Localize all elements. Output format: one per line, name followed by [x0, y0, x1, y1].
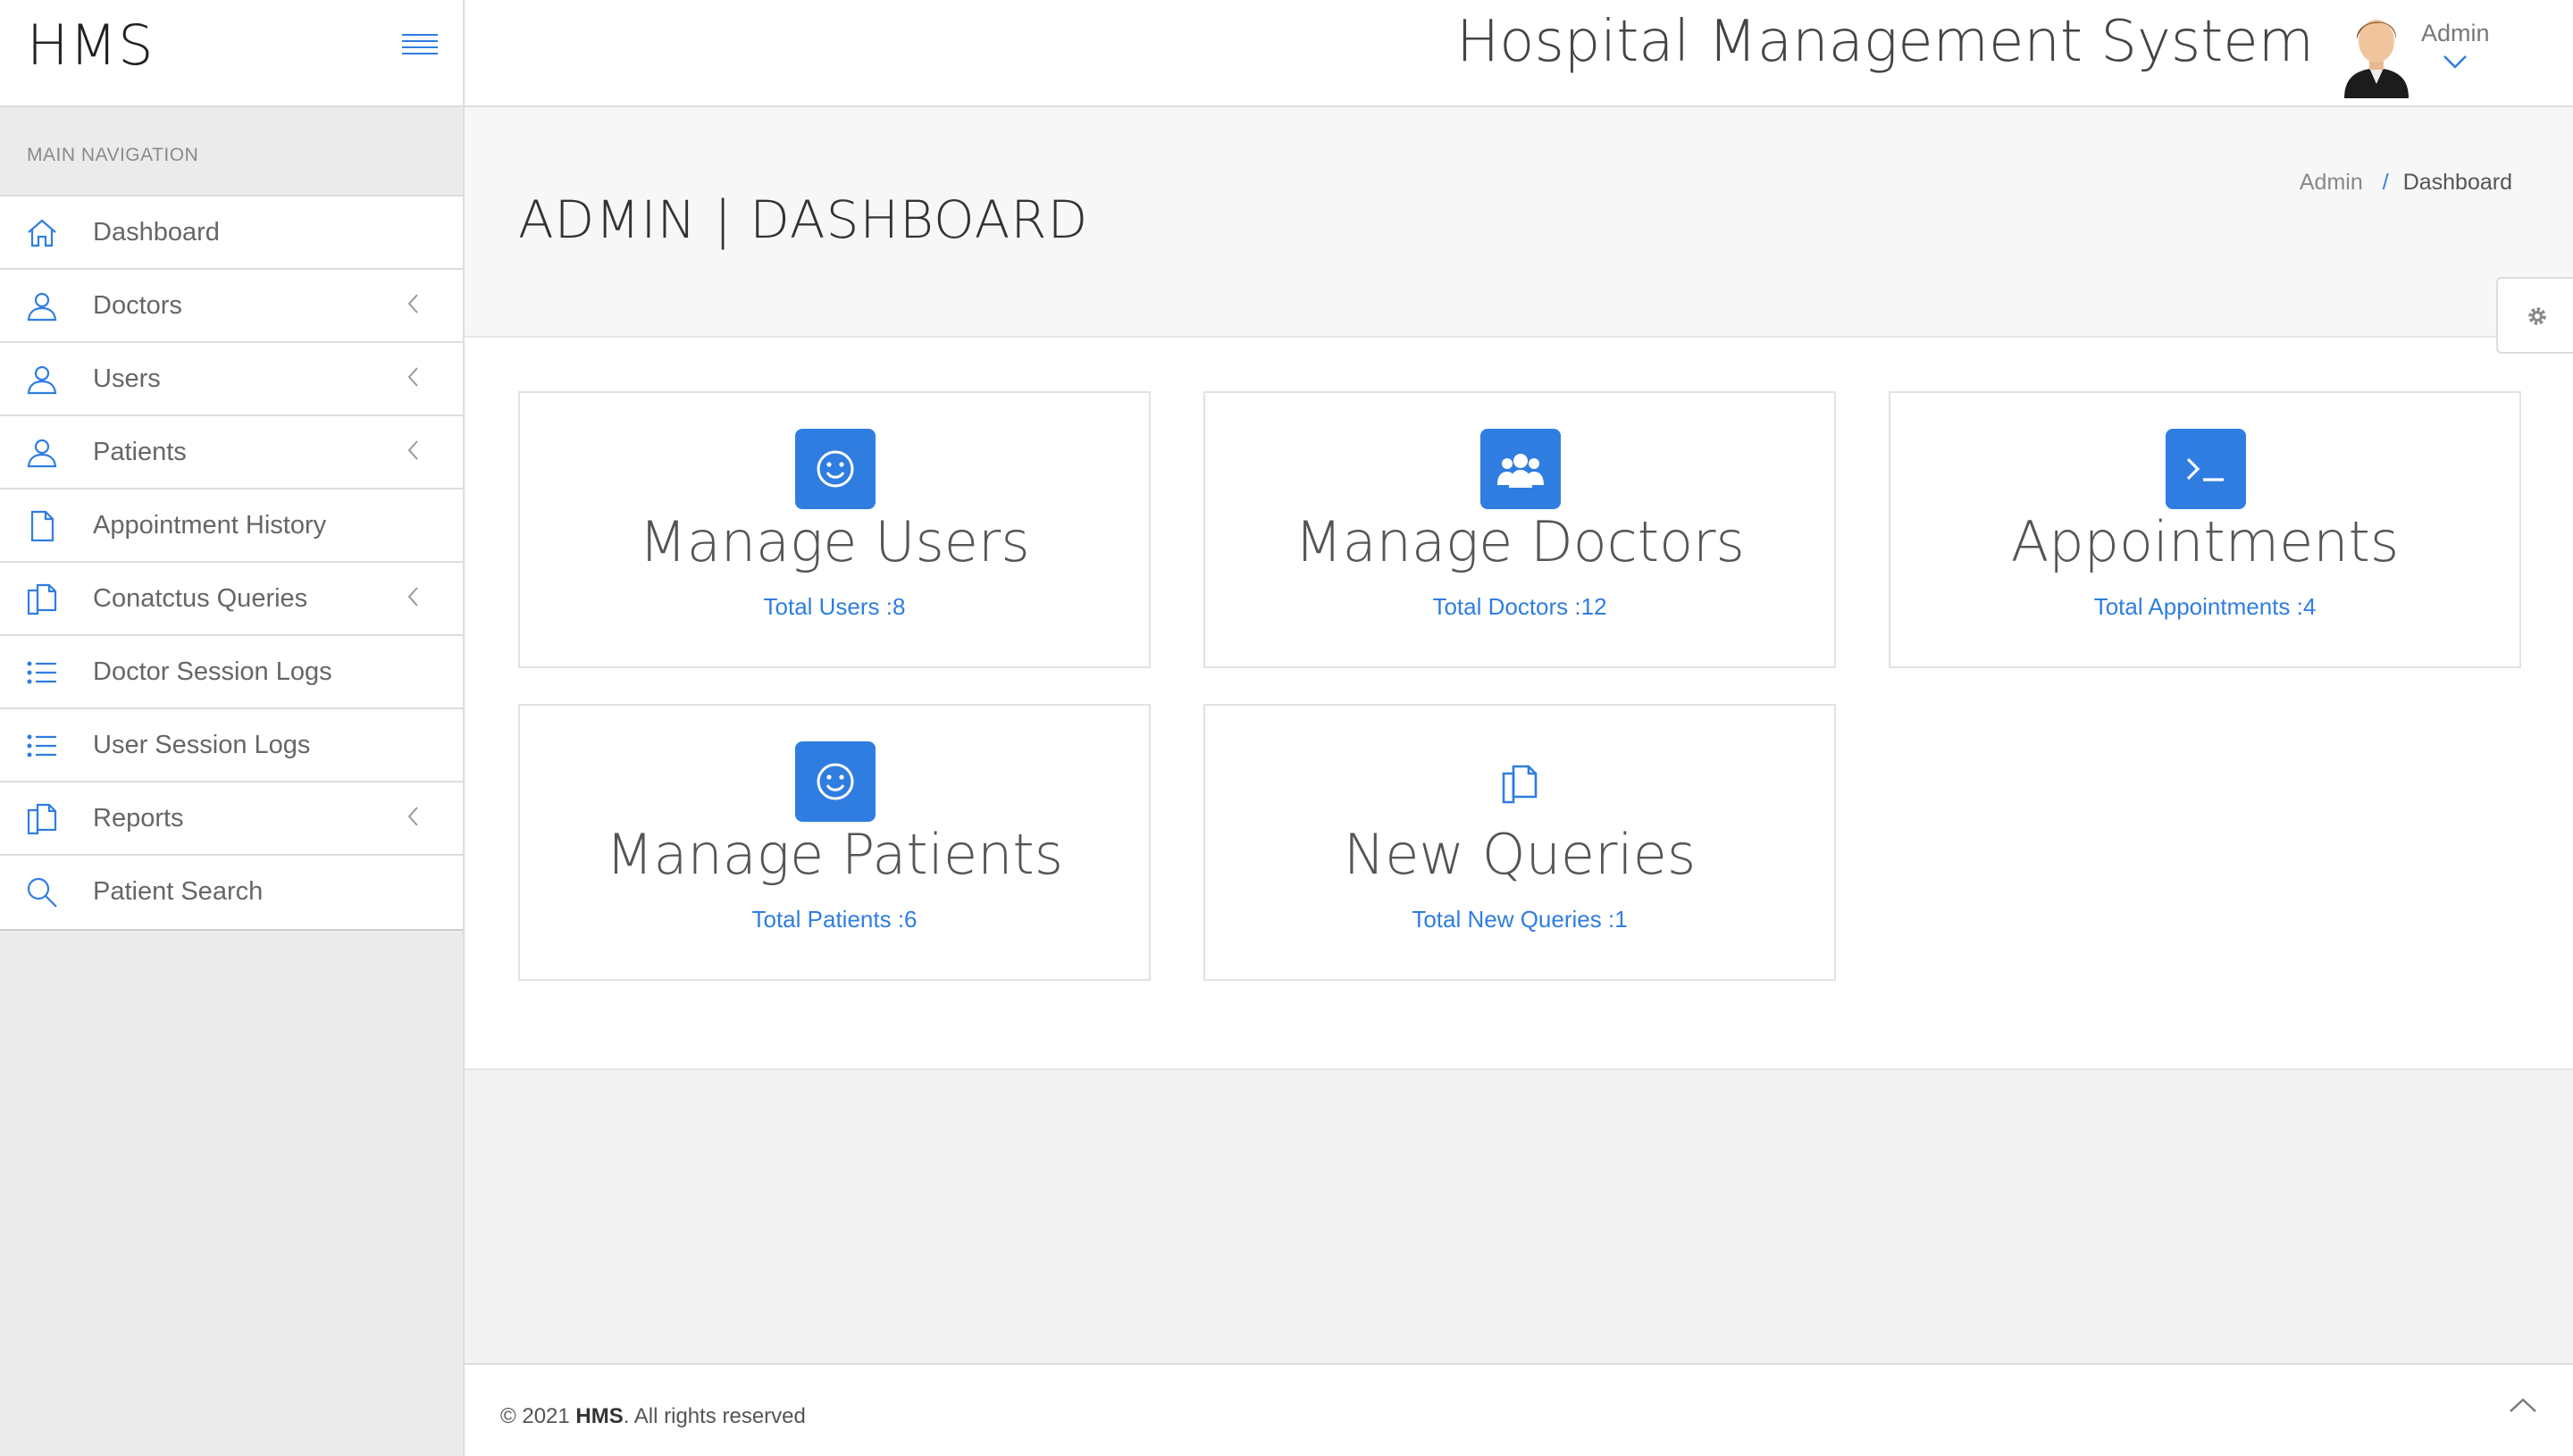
- sidebar-item-contactus-queries[interactable]: Conatctus Queries: [0, 563, 463, 636]
- sidebar-item-reports[interactable]: Reports: [0, 782, 463, 856]
- card-manage-doctors[interactable]: Manage Doctors Total Doctors :12: [1203, 391, 1836, 668]
- card-title: Appointments: [2010, 509, 2400, 574]
- user-icon: [25, 363, 59, 397]
- files-icon: [25, 582, 59, 616]
- card-new-queries[interactable]: New Queries Total New Queries :1: [1203, 704, 1836, 981]
- card-appointments[interactable]: Appointments Total Appointments :4: [1889, 391, 2521, 668]
- gear-icon: [2528, 307, 2546, 325]
- sidebar-item-label: Patient Search: [93, 877, 264, 906]
- chevron-down-icon[interactable]: [2442, 52, 2468, 71]
- sidebar-item-appointment-history[interactable]: Appointment History: [0, 490, 463, 563]
- chevron-left-icon: [404, 364, 422, 389]
- sidebar-item-label: Appointment History: [93, 511, 327, 540]
- files-icon: [1480, 741, 1561, 822]
- sidebar-item-label: Doctor Session Logs: [93, 657, 332, 686]
- chevron-up-icon[interactable]: [2505, 1392, 2541, 1418]
- page-title: ADMIN | DASHBOARD: [518, 189, 1089, 250]
- sidebar-item-label: Patients: [93, 438, 187, 466]
- card-count-link[interactable]: Total Appointments :4: [1890, 593, 2519, 621]
- card-manage-patients[interactable]: Manage Patients Total Patients :6: [518, 704, 1151, 981]
- sidebar-item-doctors[interactable]: Doctors: [0, 270, 463, 343]
- smile-icon: [795, 741, 876, 822]
- user-avatar[interactable]: [2339, 9, 2414, 98]
- chevron-left-icon: [404, 584, 422, 609]
- home-icon: [25, 216, 59, 250]
- list-icon: [25, 729, 59, 763]
- card-title: Manage Users: [639, 509, 1030, 574]
- smile-icon: [795, 429, 876, 509]
- card-count-link[interactable]: Total New Queries :1: [1205, 906, 1834, 933]
- terminal-icon: [2166, 429, 2246, 509]
- system-title: Hospital Management System: [1456, 9, 2314, 75]
- sidebar-item-dashboard[interactable]: Dashboard: [0, 197, 463, 270]
- settings-toggle-button[interactable]: [2496, 277, 2573, 354]
- user-icon: [25, 289, 59, 323]
- card-count-link[interactable]: Total Users :8: [520, 593, 1149, 621]
- chevron-left-icon: [404, 804, 422, 829]
- footer: © 2021 HMS. All rights reserved: [465, 1363, 2573, 1456]
- brand-area: HMS: [0, 0, 465, 107]
- sidebar-item-label: Reports: [93, 804, 184, 833]
- main-content: ADMIN | DASHBOARD Admin / Dashboard Manage…: [465, 107, 2573, 1456]
- chevron-left-icon: [404, 291, 422, 316]
- chevron-left-icon: [404, 438, 422, 463]
- footer-copyright: © 2021 HMS. All rights reserved: [500, 1404, 806, 1428]
- sidebar-item-label: Doctors: [93, 291, 182, 320]
- brand-logo[interactable]: HMS: [27, 13, 154, 78]
- search-icon: [25, 875, 59, 909]
- files-icon: [25, 802, 59, 836]
- sidebar-item-label: Dashboard: [93, 218, 220, 247]
- sidebar-item-patients[interactable]: Patients: [0, 416, 463, 490]
- sidebar-item-label: Conatctus Queries: [93, 584, 308, 613]
- card-count-link[interactable]: Total Patients :6: [520, 906, 1149, 933]
- card-manage-users[interactable]: Manage Users Total Users :8: [518, 391, 1151, 668]
- card-title: Manage Doctors: [1295, 509, 1745, 574]
- sidebar-item-label: User Session Logs: [93, 731, 311, 759]
- file-icon: [25, 509, 59, 543]
- users-group-icon: [1480, 429, 1561, 509]
- sidebar: MAIN NAVIGATION Dashboard Doctors Users: [0, 107, 465, 1456]
- breadcrumb: Admin / Dashboard: [2299, 170, 2512, 195]
- sidebar-item-users[interactable]: Users: [0, 343, 463, 416]
- menu-toggle-icon[interactable]: [402, 34, 438, 61]
- sidebar-item-label: Users: [93, 364, 161, 393]
- sidebar-item-user-session-logs[interactable]: User Session Logs: [0, 709, 463, 782]
- nav-list: Dashboard Doctors Users Patients Appoint…: [0, 197, 463, 931]
- top-bar: HMS Hospital Management System Admin: [0, 0, 2573, 107]
- breadcrumb-admin-link[interactable]: Admin: [2300, 170, 2363, 195]
- sidebar-item-patient-search[interactable]: Patient Search: [0, 856, 463, 929]
- sidebar-item-doctor-session-logs[interactable]: Doctor Session Logs: [0, 636, 463, 709]
- dashboard-cards-area: Manage Users Total Users :8 Manage Docto…: [465, 338, 2573, 1070]
- user-name[interactable]: Admin: [2421, 20, 2490, 47]
- user-icon: [25, 436, 59, 470]
- nav-section-title: MAIN NAVIGATION: [0, 107, 463, 197]
- footer-brand: HMS: [575, 1404, 624, 1428]
- breadcrumb-current: Dashboard: [2402, 170, 2512, 195]
- page-header: ADMIN | DASHBOARD Admin / Dashboard: [465, 107, 2573, 338]
- card-title: New Queries: [1343, 822, 1697, 887]
- card-title: Manage Patients: [605, 822, 1063, 887]
- list-icon: [25, 656, 59, 690]
- card-count-link[interactable]: Total Doctors :12: [1205, 593, 1834, 621]
